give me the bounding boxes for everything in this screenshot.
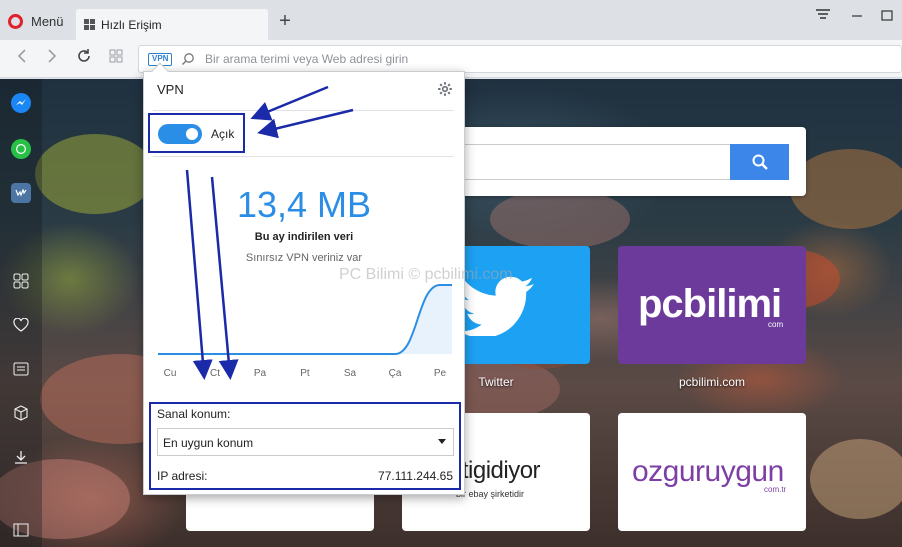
pcbilimi-logo-sub: com	[768, 320, 784, 329]
tile-ozguruygun[interactable]: ozguruygun com.tr	[618, 413, 806, 531]
reload-icon[interactable]	[74, 48, 94, 68]
chart-tick-0: Cu	[164, 368, 177, 379]
location-select-value: En uygun konum	[163, 436, 254, 450]
whatsapp-icon[interactable]	[11, 139, 31, 159]
chart-tick-5: Ça	[389, 368, 402, 379]
divider	[153, 156, 454, 157]
search-icon	[182, 53, 194, 65]
search-icon	[752, 154, 768, 170]
messenger-icon[interactable]	[11, 93, 31, 113]
chart-tick-4: Sa	[344, 368, 357, 379]
speed-dial-icon[interactable]	[10, 270, 32, 292]
search-button[interactable]	[730, 144, 789, 180]
address-bar[interactable]: VPN	[138, 45, 902, 73]
back-icon[interactable]	[12, 48, 32, 68]
chart-tick-3: Pt	[300, 368, 310, 379]
maximize-icon[interactable]	[872, 8, 902, 26]
tab-title: Hızlı Erişim	[101, 17, 162, 32]
vk-icon[interactable]	[11, 183, 31, 203]
vpn-toggle-highlight: Açık	[148, 113, 245, 153]
chart-tick-6: Pe	[434, 368, 447, 379]
location-select[interactable]: En uygun konum	[157, 428, 454, 456]
gear-icon[interactable]	[437, 81, 453, 97]
address-input[interactable]	[205, 47, 805, 71]
tile-pcbilimi[interactable]: pcbilimi com	[618, 246, 806, 364]
ip-value: 77.111.244.65	[378, 469, 453, 483]
chevron-down-icon	[438, 439, 446, 444]
ozguruygun-logo-sub: com.tr	[764, 485, 787, 494]
location-highlight: Sanal konum: En uygun konum IP adresi: 7…	[149, 402, 461, 490]
forward-icon[interactable]	[42, 48, 62, 68]
gittigidiyor-logo-sub: bir ebay şirketidir	[456, 489, 525, 499]
divider	[153, 110, 454, 111]
opera-logo-icon	[8, 13, 23, 29]
vpn-toggle[interactable]	[158, 124, 202, 144]
menu-label: Menü	[31, 13, 64, 29]
unlimited-note: Sınırsız VPN veriniz var	[245, 252, 363, 264]
twitter-logo-icon	[458, 276, 534, 336]
grid-icon	[84, 19, 95, 30]
vpn-toggle-label: Açık	[211, 127, 235, 141]
download-icon[interactable]	[10, 446, 32, 468]
vpn-title: VPN	[157, 82, 184, 97]
tab-speed-dial[interactable]: Hızlı Erişim	[76, 9, 268, 40]
location-label: Sanal konum:	[157, 407, 231, 421]
menu-button[interactable]: Menü	[8, 10, 64, 32]
data-usage-caption: Bu ay indirilen veri	[254, 231, 354, 243]
heart-icon[interactable]	[10, 314, 32, 336]
usage-chart: Cu Ct Pa Pt Sa Ça Pe	[158, 284, 452, 379]
pcbilimi-logo: pcbilimi	[638, 282, 782, 326]
title-bar: Menü Hızlı Erişim +	[0, 0, 902, 40]
tile-label-pcbilimi: pcbilimi.com	[678, 375, 745, 389]
chart-tick-2: Pa	[254, 368, 267, 379]
ip-label: IP adresi:	[157, 469, 208, 483]
usage-line	[158, 284, 452, 355]
data-usage-value: 13,4 MB	[236, 184, 372, 225]
news-icon[interactable]	[10, 358, 32, 380]
sidebar-toggle-icon[interactable]	[10, 519, 32, 541]
tab-menu-icon[interactable]	[808, 8, 838, 26]
chart-tick-1: Ct	[210, 368, 220, 379]
ozguruygun-logo: ozguruygun	[632, 455, 784, 488]
toggle-knob	[186, 128, 198, 140]
minimize-icon[interactable]	[842, 8, 872, 26]
speed-dial-search	[440, 127, 806, 196]
new-tab-button[interactable]: +	[274, 10, 296, 33]
search-input[interactable]	[454, 144, 730, 180]
speed-dial-grid-icon[interactable]	[106, 48, 126, 68]
watermark: PC Bilimi © pcbilimi.com	[339, 266, 513, 283]
box-icon[interactable]	[10, 402, 32, 424]
sidebar	[0, 79, 42, 547]
